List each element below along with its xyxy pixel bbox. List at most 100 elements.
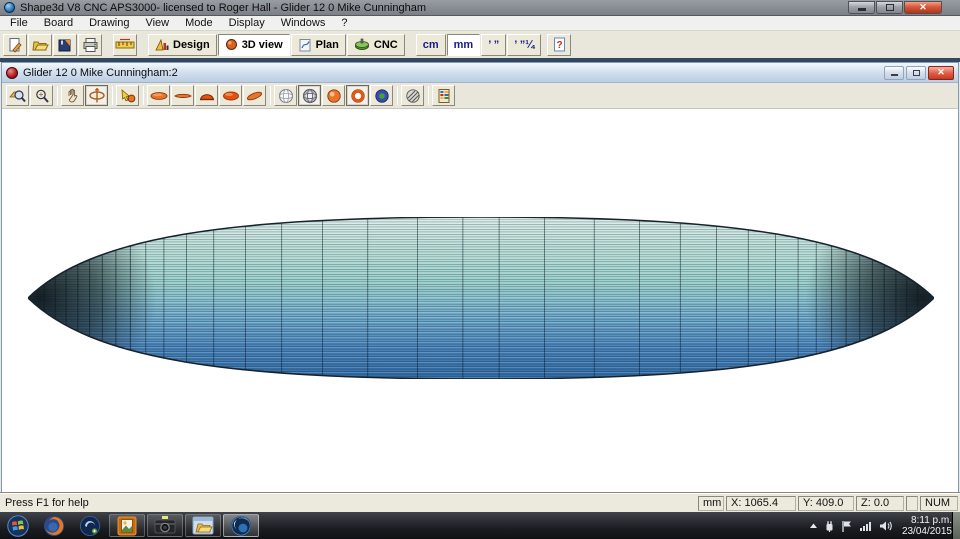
save-icon [57,37,73,53]
doc-minimize-button[interactable] [884,66,904,80]
viewport-3d[interactable] [2,109,958,492]
unit-feet-inches-button[interactable]: ’ ” [481,34,506,56]
view-toolbar [2,83,958,109]
solid-top-view-button[interactable] [219,85,242,106]
main-toolbar: Design 3D view Plan CNC cm [0,31,960,58]
menu-windows[interactable]: Windows [273,16,334,31]
taskbar-file-explorer[interactable] [185,514,221,537]
board-render[interactable] [28,217,934,379]
plan-icon [298,38,312,52]
doc-close-button[interactable]: ✕ [928,66,954,80]
power-plug-icon[interactable] [824,520,835,532]
menu-board[interactable]: Board [36,16,81,31]
toolbar-separator [428,86,429,105]
outline-top-view-button[interactable] [147,85,170,106]
zoom-selection-button[interactable] [6,85,29,106]
texture-render-button[interactable] [370,85,393,106]
taskbar-firefox[interactable] [36,512,72,539]
status-num-lock: NUM [920,496,958,511]
hatched-render-button[interactable] [401,85,424,106]
restore-button[interactable] [876,1,903,14]
app-icon [4,2,15,13]
plan-view-button[interactable]: Plan [291,34,346,56]
restore-icon [886,4,894,11]
menu-display[interactable]: Display [221,16,273,31]
shaded-sphere-icon [326,88,342,104]
board-side-icon [174,90,192,102]
dimensions-button[interactable] [113,34,137,56]
menu-file[interactable]: File [2,16,36,31]
new-file-button[interactable] [3,34,27,56]
unit-cm-button[interactable]: cm [416,34,446,56]
taskbar-clock[interactable]: 8:11 p.m. 23/04/2015 [902,515,952,537]
hatched-circle-icon [405,88,421,104]
cross-section-view-button[interactable] [195,85,218,106]
threed-view-icon [225,38,238,51]
taskbar-picture-manager[interactable] [109,514,145,537]
wireframe-hidden-button[interactable] [298,85,321,106]
outline-render-button[interactable] [346,85,369,106]
light-direction-button[interactable] [116,85,139,106]
open-folder-icon [32,37,49,53]
zoom-button[interactable] [30,85,53,106]
design-view-button[interactable]: Design [148,34,217,56]
start-button[interactable] [0,512,36,539]
menu-mode[interactable]: Mode [177,16,221,31]
toolbar-separator [397,86,398,105]
picture-manager-icon [116,515,138,537]
print-button[interactable] [78,34,102,56]
outline-side-view-button[interactable] [171,85,194,106]
close-button[interactable]: ✕ [904,1,942,14]
toolbar-separator [270,86,271,105]
doc-restore-button[interactable] [906,66,926,80]
document-titlebar[interactable]: Glider 12 0 Mike Cunningham:2 ✕ [2,63,958,83]
taskbar-shape3d[interactable] [223,514,259,537]
menu-view[interactable]: View [137,16,177,31]
rotate-button[interactable] [85,85,108,106]
design-label: Design [173,39,210,51]
board-top-icon [150,90,168,102]
clock-date: 23/04/2015 [902,526,952,537]
ring-sphere-icon [350,88,366,104]
minimize-icon [858,8,866,11]
perspective-view-button[interactable] [243,85,266,106]
save-button[interactable] [53,34,77,56]
cnc-label: CNC [374,39,398,51]
document-icon [6,67,18,79]
cnc-icon [354,38,370,51]
toolbar-separator [57,86,58,105]
minimize-button[interactable] [848,1,875,14]
unit-mm-button[interactable]: mm [447,34,481,56]
hand-icon [66,88,80,103]
windows-start-icon [6,514,30,538]
shaded-render-button[interactable] [322,85,345,106]
window-title: Shape3d V8 CNC APS3000- licensed to Roge… [20,2,426,14]
unit-fraction-button[interactable]: ’ ”¼ [507,34,541,56]
menu-help[interactable]: ? [333,16,355,31]
speaker-icon[interactable] [879,520,892,532]
menu-drawing[interactable]: Drawing [81,16,137,31]
threed-view-button[interactable]: 3D view [218,34,290,56]
help-button[interactable]: ? [547,34,571,56]
taskbar-camera-app[interactable] [147,514,183,537]
show-hidden-icons[interactable] [809,522,818,530]
network-signal-icon[interactable] [859,520,873,532]
close-icon: ✕ [919,3,927,12]
status-y-coordinate: Y: 409.0 [798,496,854,511]
system-tray: 8:11 p.m. 23/04/2015 [809,512,952,539]
taskbar: 8:11 p.m. 23/04/2015 [0,512,960,539]
main-titlebar[interactable]: Shape3d V8 CNC APS3000- licensed to Roge… [0,0,960,16]
cnc-view-button[interactable]: CNC [347,34,405,56]
toolbar-separator [112,86,113,105]
measurements-button[interactable] [432,85,455,106]
wireframe-button[interactable] [274,85,297,106]
board-solid-icon [222,90,240,102]
open-file-button[interactable] [28,34,52,56]
taskbar-media-app[interactable] [72,512,108,539]
unit-feet-inches-label: ’ ” [488,39,499,51]
action-center-flag-icon[interactable] [841,520,853,532]
unit-cm-label: cm [423,39,439,51]
measurements-icon [437,88,451,104]
zoom-selection-icon [9,88,26,104]
pan-button[interactable] [61,85,84,106]
